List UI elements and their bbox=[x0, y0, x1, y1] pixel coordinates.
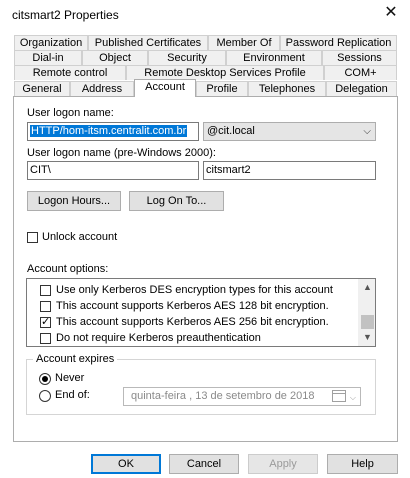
option-des-checkbox[interactable] bbox=[40, 285, 51, 296]
tab-profile[interactable]: Profile bbox=[196, 81, 248, 96]
scroll-up-icon[interactable]: ▲ bbox=[359, 279, 375, 296]
scroll-thumb[interactable] bbox=[361, 315, 374, 329]
close-button[interactable]: ✕ bbox=[378, 2, 404, 24]
scroll-down-icon[interactable]: ▼ bbox=[359, 329, 375, 346]
tab-remote-control[interactable]: Remote control bbox=[14, 65, 126, 80]
tab-sessions[interactable]: Sessions bbox=[322, 50, 397, 65]
option-no-preauth-checkbox[interactable] bbox=[40, 333, 51, 344]
pre2000-domain-field: CIT\ bbox=[27, 161, 199, 180]
option-aes128-checkbox[interactable] bbox=[40, 301, 51, 312]
tab-general[interactable]: General bbox=[14, 81, 70, 96]
option-no-preauth-label: Do not require Kerberos preauthenticatio… bbox=[56, 332, 261, 344]
chevron-down-icon: ⌵ bbox=[363, 126, 371, 137]
tab-com-plus[interactable]: COM+ bbox=[324, 65, 397, 80]
option-aes128-label: This account supports Kerberos AES 128 b… bbox=[56, 300, 329, 312]
upn-suffix-value: @cit.local bbox=[207, 125, 255, 137]
check-icon: ✓ bbox=[41, 316, 51, 328]
window-title: citsmart2 Properties bbox=[12, 8, 119, 22]
upn-suffix-combo[interactable]: @cit.local ⌵ bbox=[203, 122, 376, 141]
pre2000-username-input[interactable]: citsmart2 bbox=[203, 161, 376, 180]
end-of-radio[interactable] bbox=[39, 390, 51, 402]
help-button[interactable]: Help bbox=[327, 454, 398, 474]
tab-object[interactable]: Object bbox=[82, 50, 148, 65]
option-aes256-checkbox[interactable]: ✓ bbox=[40, 316, 51, 328]
unlock-account-label: Unlock account bbox=[42, 231, 118, 243]
ok-button[interactable]: OK bbox=[91, 454, 161, 474]
pre2000-label: User logon name (pre-Windows 2000): bbox=[27, 147, 216, 159]
options-scrollbar[interactable]: ▲ ▼ bbox=[358, 279, 375, 346]
never-label: Never bbox=[55, 372, 85, 384]
logon-to-button[interactable]: Log On To... bbox=[129, 191, 224, 211]
logon-name-input[interactable]: HTTP/hom-itsm.centralit.com.br bbox=[27, 122, 199, 141]
tab-organization[interactable]: Organization bbox=[14, 35, 88, 50]
option-des-label: Use only Kerberos DES encryption types f… bbox=[56, 284, 333, 296]
end-of-label: End of: bbox=[55, 389, 90, 401]
tab-remote-desktop-services-profile[interactable]: Remote Desktop Services Profile bbox=[126, 65, 324, 80]
tab-password-replication[interactable]: Password Replication bbox=[280, 35, 397, 50]
expiry-date-picker[interactable]: quinta-feira , 13 de setembro de 2018 ⌵ bbox=[123, 387, 361, 406]
tab-delegation[interactable]: Delegation bbox=[326, 81, 397, 96]
logon-name-value: HTTP/hom-itsm.centralit.com.br bbox=[30, 125, 188, 137]
cancel-button[interactable]: Cancel bbox=[169, 454, 239, 474]
tab-address[interactable]: Address bbox=[70, 81, 134, 96]
never-radio[interactable] bbox=[39, 373, 51, 385]
account-expires-label: Account expires bbox=[33, 353, 118, 365]
option-aes256-label: This account supports Kerberos AES 256 b… bbox=[56, 316, 329, 328]
logon-hours-button[interactable]: Logon Hours... bbox=[27, 191, 121, 211]
tab-published-certificates[interactable]: Published Certificates bbox=[88, 35, 208, 50]
tab-account[interactable]: Account bbox=[134, 79, 196, 97]
chevron-down-icon: ⌵ bbox=[349, 393, 356, 402]
tab-telephones[interactable]: Telephones bbox=[248, 81, 326, 96]
account-options-label: Account options: bbox=[27, 263, 109, 275]
account-options-list[interactable]: Use only Kerberos DES encryption types f… bbox=[26, 278, 376, 347]
tab-dial-in[interactable]: Dial-in bbox=[14, 50, 82, 65]
tab-security[interactable]: Security bbox=[148, 50, 226, 65]
tab-member-of[interactable]: Member Of bbox=[208, 35, 280, 50]
unlock-account-checkbox[interactable] bbox=[27, 232, 38, 243]
calendar-icon[interactable] bbox=[332, 390, 346, 402]
logon-name-label: User logon name: bbox=[27, 107, 114, 119]
apply-button[interactable]: Apply bbox=[248, 454, 318, 474]
expiry-date-value: quinta-feira , 13 de setembro de 2018 bbox=[131, 390, 315, 402]
tab-environment[interactable]: Environment bbox=[226, 50, 322, 65]
